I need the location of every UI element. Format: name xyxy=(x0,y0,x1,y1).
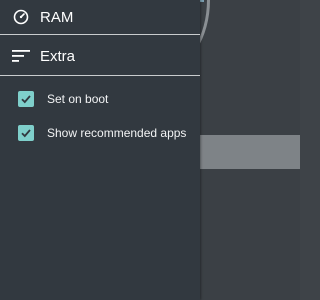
divider xyxy=(0,34,200,35)
sort-lines-icon xyxy=(11,46,31,66)
speedometer-icon xyxy=(11,7,31,27)
show-recommended-apps-label: Show recommended apps xyxy=(47,126,187,140)
set-on-boot-label: Set on boot xyxy=(47,92,109,106)
set-on-boot-checkbox[interactable] xyxy=(18,91,34,107)
nav-item-ram[interactable]: RAM xyxy=(0,0,200,34)
nav-item-ram-label: RAM xyxy=(40,8,74,26)
nav-item-extra-label: Extra xyxy=(40,47,76,65)
show-recommended-apps-checkbox[interactable] xyxy=(18,125,34,141)
navigation-drawer: RAM Extra Set on boot Show recommended a… xyxy=(0,0,200,300)
screen: RAM Extra Set on boot Show recommended a… xyxy=(0,0,300,300)
divider xyxy=(0,75,200,76)
setting-show-recommended-apps[interactable]: Show recommended apps xyxy=(0,120,200,146)
background-bar xyxy=(200,135,300,169)
checkmark-icon xyxy=(21,95,31,104)
setting-set-on-boot[interactable]: Set on boot xyxy=(0,86,200,112)
checkmark-icon xyxy=(21,129,31,138)
nav-item-extra[interactable]: Extra xyxy=(0,39,200,73)
